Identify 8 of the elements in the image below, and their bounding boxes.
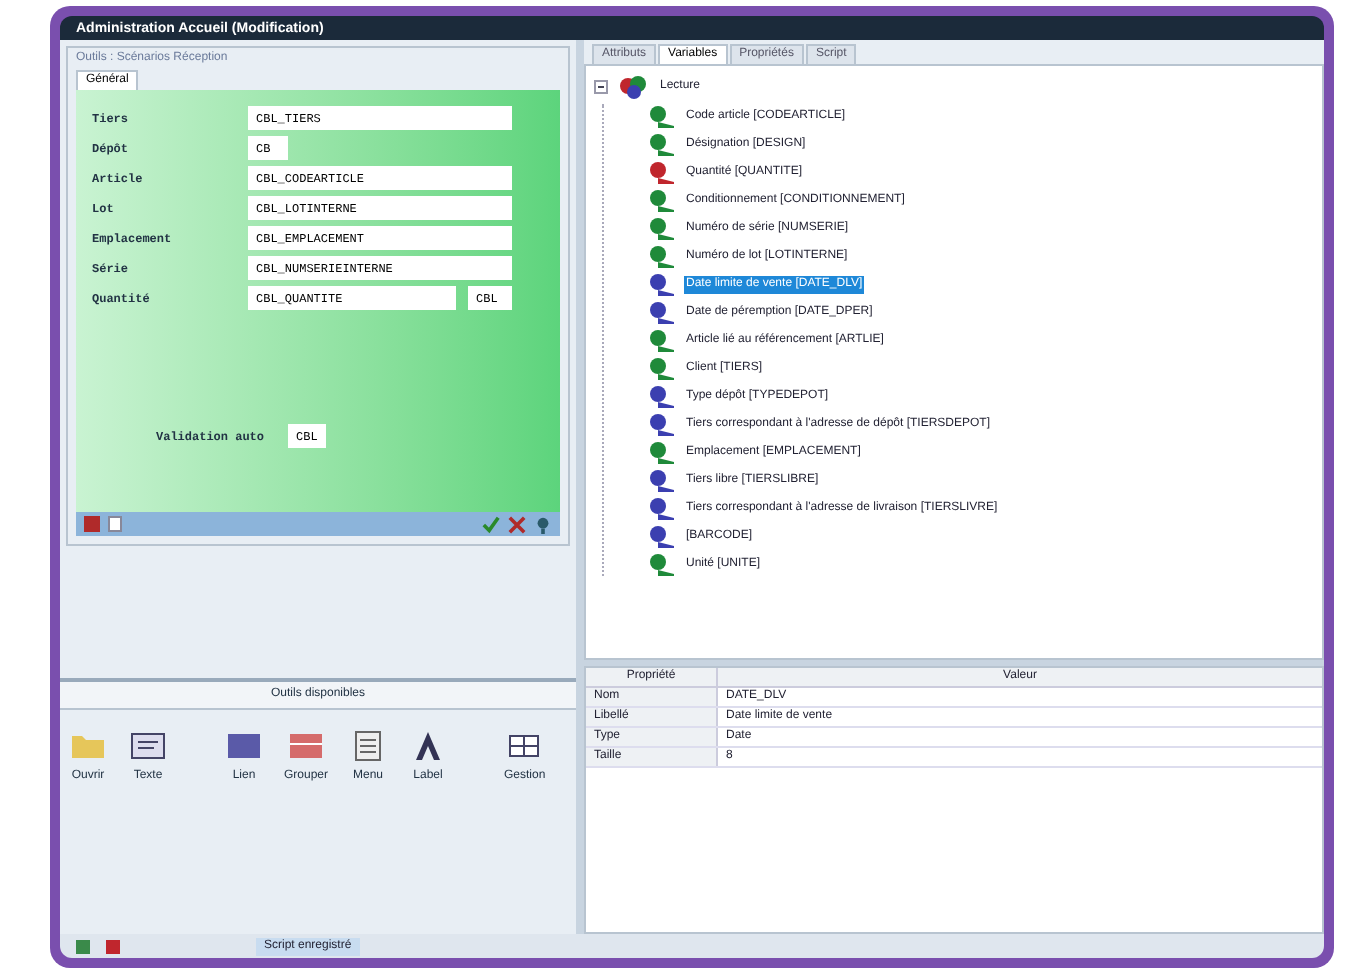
close-icon[interactable] (508, 515, 526, 533)
collapse-icon[interactable] (594, 80, 608, 94)
group-icon (616, 74, 652, 100)
check-icon[interactable] (482, 515, 500, 533)
status-icon (76, 939, 90, 953)
help-icon[interactable] (534, 515, 552, 533)
page-icon[interactable] (108, 516, 122, 532)
status-icon (106, 939, 120, 953)
